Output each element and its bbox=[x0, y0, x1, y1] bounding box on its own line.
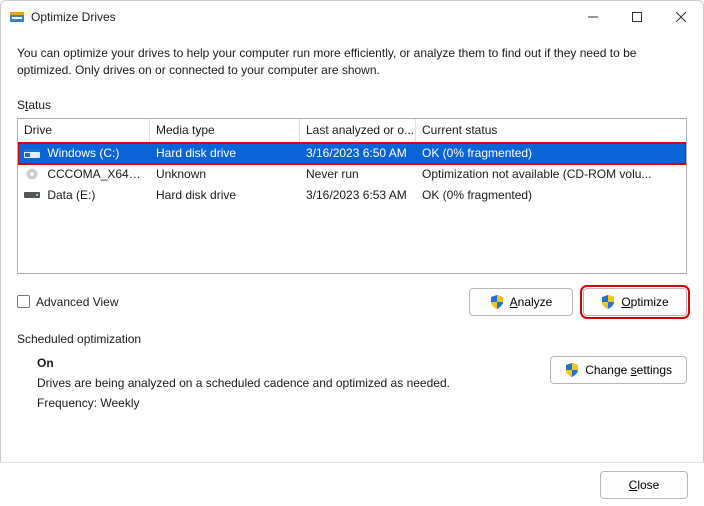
hdd-drive-icon bbox=[24, 189, 40, 201]
drive-status: OK (0% fragmented) bbox=[416, 144, 686, 162]
drive-media: Hard disk drive bbox=[150, 186, 300, 204]
drive-last: 3/16/2023 6:53 AM bbox=[300, 186, 416, 204]
shield-icon bbox=[490, 295, 504, 309]
table-row[interactable]: Windows (C:) Hard disk drive 3/16/2023 6… bbox=[18, 143, 686, 164]
drive-name: CCCOMA_X64FRE_... bbox=[47, 167, 150, 181]
window-title: Optimize Drives bbox=[31, 10, 116, 24]
minimize-button[interactable] bbox=[571, 1, 615, 33]
schedule-frequency: Frequency: Weekly bbox=[37, 396, 550, 410]
maximize-button[interactable] bbox=[615, 1, 659, 33]
scheduled-optimization-label: Scheduled optimization bbox=[17, 332, 687, 346]
shield-icon bbox=[601, 295, 615, 309]
col-media[interactable]: Media type bbox=[150, 119, 300, 142]
close-button[interactable]: Close bbox=[600, 471, 688, 499]
advanced-view-label[interactable]: Advanced View bbox=[36, 295, 119, 309]
change-settings-button[interactable]: Change settings bbox=[550, 356, 687, 384]
table-row[interactable]: CCCOMA_X64FRE_... Unknown Never run Opti… bbox=[18, 164, 686, 185]
close-window-button[interactable] bbox=[659, 1, 703, 33]
drive-name: Data (E:) bbox=[47, 188, 95, 202]
analyze-button[interactable]: Analyze bbox=[469, 288, 573, 316]
drive-table[interactable]: Drive Media type Last analyzed or o... C… bbox=[17, 118, 687, 274]
table-header[interactable]: Drive Media type Last analyzed or o... C… bbox=[18, 119, 686, 143]
titlebar: Optimize Drives bbox=[1, 1, 703, 33]
drive-status: OK (0% fragmented) bbox=[416, 186, 686, 204]
col-last[interactable]: Last analyzed or o... bbox=[300, 119, 416, 142]
os-drive-icon bbox=[24, 147, 40, 159]
advanced-view-checkbox[interactable] bbox=[17, 295, 30, 308]
drive-media: Unknown bbox=[150, 165, 300, 183]
status-label: Status bbox=[17, 98, 687, 112]
table-row[interactable]: Data (E:) Hard disk drive 3/16/2023 6:53… bbox=[18, 185, 686, 206]
col-status[interactable]: Current status bbox=[416, 119, 686, 142]
app-icon bbox=[9, 9, 25, 25]
drive-last: Never run bbox=[300, 165, 416, 183]
drive-last: 3/16/2023 6:50 AM bbox=[300, 144, 416, 162]
cd-drive-icon bbox=[24, 168, 40, 180]
schedule-description: Drives are being analyzed on a scheduled… bbox=[37, 376, 550, 390]
optimize-button[interactable]: Optimize bbox=[583, 288, 687, 316]
shield-icon bbox=[565, 363, 579, 377]
col-drive[interactable]: Drive bbox=[18, 119, 150, 142]
drive-media: Hard disk drive bbox=[150, 144, 300, 162]
dialog-footer: Close bbox=[0, 462, 704, 506]
schedule-status: On bbox=[37, 356, 550, 370]
drive-name: Windows (C:) bbox=[47, 146, 119, 160]
drive-status: Optimization not available (CD-ROM volu.… bbox=[416, 165, 686, 183]
intro-text: You can optimize your drives to help you… bbox=[17, 45, 687, 80]
